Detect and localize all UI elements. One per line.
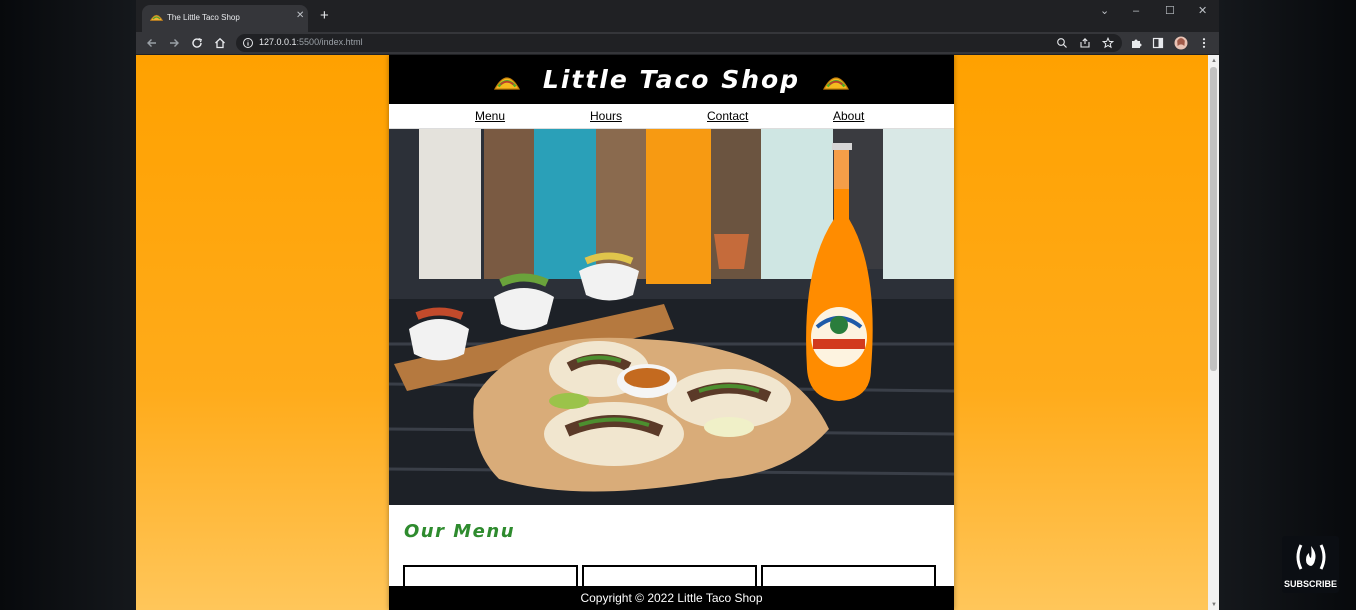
site-footer: Copyright © 2022 Little Taco Shop <box>389 586 954 610</box>
menu-heading: Our Menu <box>404 521 516 542</box>
page-viewport: Little Taco Shop Menu Hours Contact Abou… <box>136 55 1208 610</box>
tab-search-icon[interactable]: ⌄ <box>1100 6 1109 17</box>
tab-close-icon[interactable]: ✕ <box>296 11 304 21</box>
freecodecamp-icon <box>1296 544 1326 570</box>
nav-link-menu[interactable]: Menu <box>475 109 505 123</box>
page-container: Little Taco Shop Menu Hours Contact Abou… <box>389 55 954 610</box>
browser-toolbar: 127.0.0.1:5500/index.html <box>136 32 1219 54</box>
browser-tab[interactable]: The Little Taco Shop ✕ <box>142 5 308 32</box>
page-scrollbar[interactable]: ▲ ▼ <box>1208 55 1219 610</box>
tab-title: The Little Taco Shop <box>167 13 240 22</box>
scroll-up-icon[interactable]: ▲ <box>1211 58 1217 64</box>
site-nav: Menu Hours Contact About <box>389 104 954 129</box>
address-bar[interactable]: 127.0.0.1:5500/index.html <box>236 34 1122 52</box>
zoom-icon[interactable] <box>1056 37 1068 49</box>
profile-avatar[interactable] <box>1174 36 1188 50</box>
sidebar-icon[interactable] <box>1151 36 1165 50</box>
url-host: 127.0.0.1 <box>259 37 297 47</box>
more-menu-icon[interactable] <box>1197 36 1211 50</box>
subscribe-badge[interactable]: SUBSCRIBE <box>1282 536 1339 593</box>
tab-strip: The Little Taco Shop ✕ + ⌄ – ☐ ✕ <box>136 0 1219 32</box>
nav-link-about[interactable]: About <box>833 109 864 123</box>
site-title-text: Little Taco Shop <box>542 65 801 94</box>
forward-arrow-icon[interactable] <box>167 36 181 50</box>
home-icon[interactable] <box>213 36 227 50</box>
taco-icon <box>822 77 849 90</box>
back-arrow-icon[interactable] <box>145 36 159 50</box>
scrollbar-thumb[interactable] <box>1210 67 1217 371</box>
new-tab-button[interactable]: + <box>320 8 329 23</box>
info-icon[interactable] <box>242 37 254 49</box>
left-background <box>0 0 136 610</box>
browser-window: The Little Taco Shop ✕ + ⌄ – ☐ ✕ 127.0.0… <box>136 0 1219 610</box>
tacos-and-soda-photo <box>389 129 954 505</box>
url-text[interactable]: 127.0.0.1:5500/index.html <box>259 37 363 47</box>
share-icon[interactable] <box>1079 37 1091 49</box>
maximize-button[interactable]: ☐ <box>1165 6 1175 17</box>
extensions-icon[interactable] <box>1129 36 1143 50</box>
taco-icon <box>494 77 521 90</box>
hero-image <box>389 129 954 505</box>
nav-link-hours[interactable]: Hours <box>590 109 622 123</box>
taco-icon <box>150 14 163 21</box>
minimize-button[interactable]: – <box>1133 6 1139 17</box>
subscribe-label: SUBSCRIBE <box>1283 579 1337 589</box>
right-background <box>1219 0 1356 610</box>
scroll-down-icon[interactable]: ▼ <box>1211 602 1217 608</box>
nav-link-contact[interactable]: Contact <box>707 109 748 123</box>
site-title: Little Taco Shop <box>389 65 954 94</box>
reload-icon[interactable] <box>190 36 204 50</box>
star-icon[interactable] <box>1102 37 1114 49</box>
site-header: Little Taco Shop <box>389 55 954 104</box>
url-path: :5500/index.html <box>296 37 363 47</box>
close-window-button[interactable]: ✕ <box>1198 6 1207 17</box>
